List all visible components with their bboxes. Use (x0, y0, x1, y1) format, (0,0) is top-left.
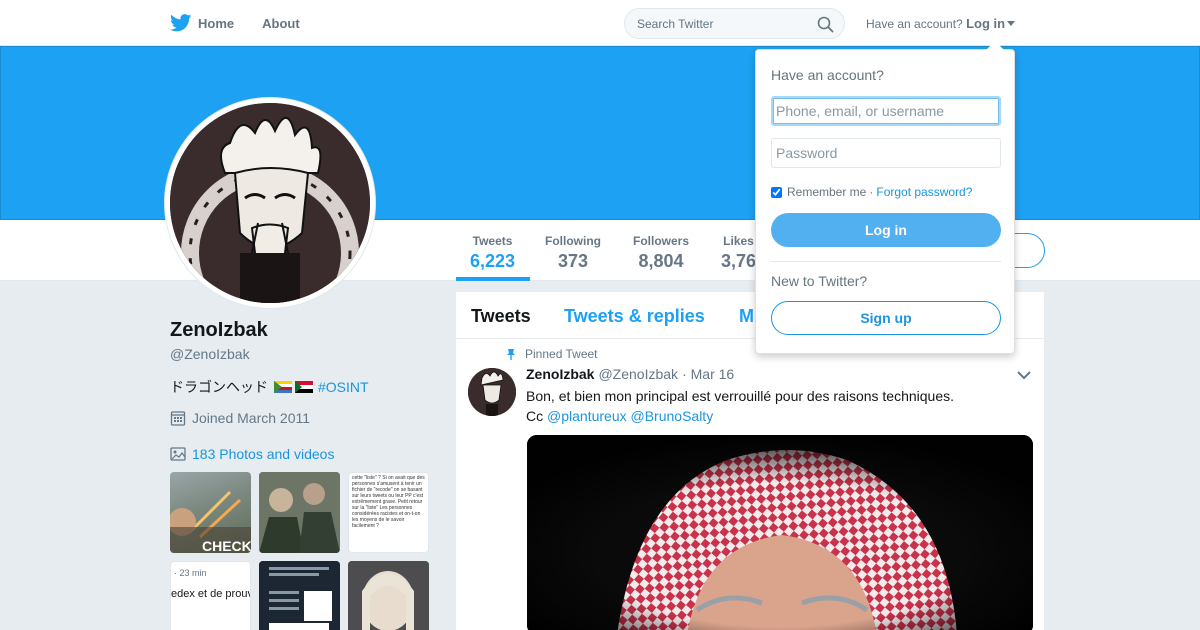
tweet-text-line: Bon, et bien mon principal est verrouill… (526, 388, 955, 404)
bio-text: ドラゴンヘッド (170, 379, 268, 395)
stat-following[interactable]: Following 373 (545, 234, 601, 272)
dropdown-title: Have an account? (771, 67, 884, 83)
joined-text: Joined March 2011 (192, 410, 311, 426)
login-link[interactable]: Log in (966, 16, 1005, 31)
separator-dot: · (869, 185, 874, 199)
tweet-media-image[interactable] (527, 435, 1033, 630)
tweet-header: ZenoIzbak @ZenoIzbak · Mar 16 (526, 366, 734, 382)
tweet-date[interactable]: · Mar 16 (682, 366, 734, 382)
tab-tweets-replies[interactable]: Tweets & replies (564, 306, 705, 327)
stat-label: Followers (633, 234, 690, 248)
search-icon[interactable] (817, 16, 834, 33)
bio-hashtag[interactable]: #OSINT (318, 379, 369, 395)
comoros-flag-icon (274, 381, 292, 393)
divider (771, 261, 1001, 262)
profile-avatar[interactable] (165, 98, 375, 308)
dropdown-arrow (986, 41, 1004, 50)
tweet-text: Bon, et bien mon principal est verrouill… (526, 386, 1026, 426)
pinned-tweet-label: Pinned Tweet (505, 347, 598, 361)
nav-about-label: About (262, 15, 300, 31)
image-icon (170, 447, 186, 461)
calendar-icon (170, 411, 186, 426)
tweet-cc: Cc (526, 408, 544, 424)
account-prompt: Have an account? (866, 17, 963, 31)
login-dropdown: Have an account? Remember me · Forgot pa… (755, 41, 1015, 354)
profile-name[interactable]: ZenoIzbak (170, 319, 268, 342)
stat-value: 8,804 (638, 251, 684, 271)
stat-label: Tweets (472, 234, 513, 248)
sudan-flag-icon (295, 381, 313, 393)
media-thumbnail[interactable]: cette "liste" ? Si on avait que des pers… (348, 472, 429, 553)
nav-about[interactable]: About (262, 16, 300, 31)
twitter-bird-icon (170, 14, 192, 32)
profile-bio: ドラゴンヘッド #OSINT (170, 377, 369, 397)
nav-home[interactable]: Home (170, 14, 234, 32)
chevron-down-icon[interactable] (1016, 370, 1032, 380)
thumbnail-text: · 23 min (174, 568, 207, 578)
media-thumbnail[interactable] (259, 472, 340, 553)
forgot-password-link[interactable]: Forgot password? (876, 185, 972, 199)
mention-link[interactable]: @plantureux (547, 408, 627, 424)
media-thumbnail[interactable]: · 23 min edex et de prouver (170, 561, 251, 630)
photos-link-text: 183 Photos and videos (192, 446, 335, 462)
stat-likes[interactable]: Likes 3,76 (721, 234, 756, 272)
password-input[interactable] (771, 138, 1001, 168)
stat-tweets[interactable]: Tweets 6,223 (470, 234, 515, 272)
tweet-author-avatar[interactable] (468, 368, 516, 416)
stat-followers[interactable]: Followers 8,804 (633, 234, 689, 272)
media-thumbnail[interactable] (348, 561, 429, 630)
tab-media[interactable]: M (739, 306, 754, 327)
new-to-twitter-text: New to Twitter? (771, 273, 868, 289)
stat-value: 6,223 (470, 251, 516, 271)
thumbnail-caption: CHECK (202, 538, 251, 553)
nav-left: Home About (170, 0, 328, 46)
remember-row: Remember me · Forgot password? (771, 185, 972, 199)
username-input[interactable] (771, 96, 1001, 126)
media-thumbnail[interactable] (259, 561, 340, 630)
remember-me-checkbox[interactable] (771, 186, 782, 198)
avatar-image (170, 103, 370, 303)
media-thumbnail[interactable]: CHECK (170, 472, 251, 553)
nav-home-label: Home (198, 15, 235, 31)
search-input[interactable] (625, 9, 805, 38)
active-stat-underline (456, 277, 530, 281)
caret-down-icon (1007, 21, 1016, 26)
tweet-text-mentions: Cc @plantureux @BrunoSalty (526, 406, 1026, 426)
stat-value: 373 (557, 251, 589, 271)
search-box (624, 8, 845, 39)
stat-label: Likes (723, 234, 754, 248)
tweet-author-name[interactable]: ZenoIzbak (526, 366, 594, 382)
joined-date: Joined March 2011 (170, 410, 310, 426)
thumbnail-text: edex et de prouver (171, 588, 250, 600)
thumbnail-text: cette "liste" ? Si on avait que des pers… (352, 475, 425, 529)
remember-label[interactable]: Remember me (787, 185, 866, 199)
pinned-text: Pinned Tweet (525, 347, 598, 361)
signup-button[interactable]: Sign up (771, 301, 1001, 335)
tweet-author-handle[interactable]: @ZenoIzbak (598, 366, 678, 382)
mention-link[interactable]: @BrunoSalty (631, 408, 714, 424)
top-navigation-bar: Home About Have an account? Log in (0, 0, 1200, 46)
stat-label: Following (545, 234, 601, 248)
photos-videos-link[interactable]: 183 Photos and videos (170, 446, 334, 462)
tab-tweets[interactable]: Tweets (471, 306, 531, 327)
login-dropdown-toggle[interactable]: Have an account? Log in (866, 16, 1016, 31)
pin-icon (507, 349, 515, 360)
profile-handle[interactable]: @ZenoIzbak (170, 346, 250, 362)
stat-value: 3,76 (721, 251, 757, 271)
login-button[interactable]: Log in (771, 213, 1001, 247)
